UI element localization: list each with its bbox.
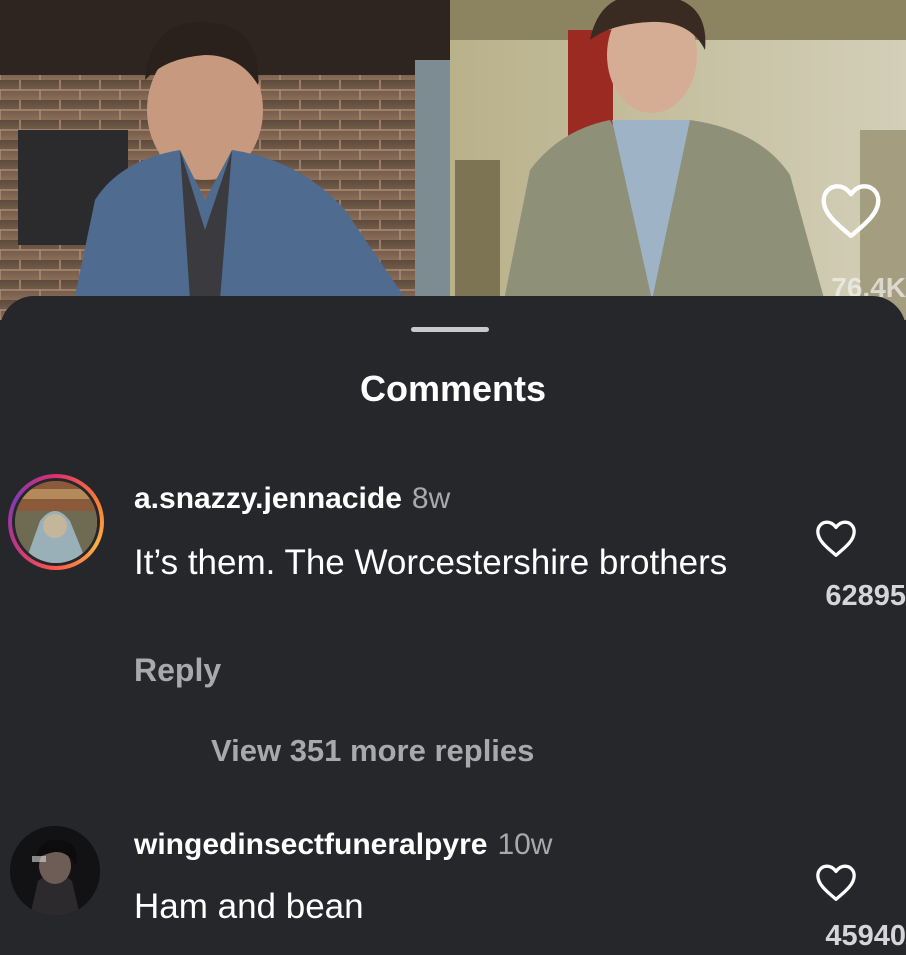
avatar[interactable] — [8, 474, 104, 570]
app-screen: 76.4K Comments a.snazzy.jennacide 8w It’… — [0, 0, 906, 955]
avatar-image — [12, 478, 100, 566]
comment-time: 10w — [497, 828, 553, 861]
comment-header: a.snazzy.jennacide 8w — [134, 482, 450, 516]
comment-text: Ham and bean — [134, 887, 364, 926]
video-frame-image — [0, 0, 906, 320]
comment-username[interactable]: wingedinsectfuneralpyre — [134, 828, 487, 861]
comment-username[interactable]: a.snazzy.jennacide — [134, 482, 402, 515]
video-preview[interactable]: 76.4K — [0, 0, 906, 320]
comment-like-count: 45940 — [825, 920, 906, 952]
avatar-image — [10, 826, 100, 916]
comments-sheet: Comments a.snazzy.jennacide 8w It’s them.… — [0, 296, 906, 955]
reply-button[interactable]: Reply — [134, 652, 221, 689]
comment-time: 8w — [411, 482, 451, 515]
video-like-button[interactable] — [818, 180, 884, 240]
avatar[interactable] — [10, 826, 100, 916]
view-replies-button[interactable]: View 351 more replies — [211, 733, 534, 769]
heart-outline-icon — [816, 864, 856, 901]
drag-handle[interactable] — [411, 327, 489, 332]
comment-header: wingedinsectfuneralpyre 10w — [134, 828, 552, 862]
sheet-title: Comments — [359, 368, 547, 409]
comment-like-button[interactable] — [814, 862, 862, 906]
comment-text: It’s them. The Worcestershire brothers — [134, 543, 728, 582]
heart-outline-icon — [816, 520, 856, 557]
heart-outline-icon — [821, 184, 881, 239]
comment-like-button[interactable] — [814, 518, 862, 562]
comment-like-count: 62895 — [825, 580, 906, 612]
